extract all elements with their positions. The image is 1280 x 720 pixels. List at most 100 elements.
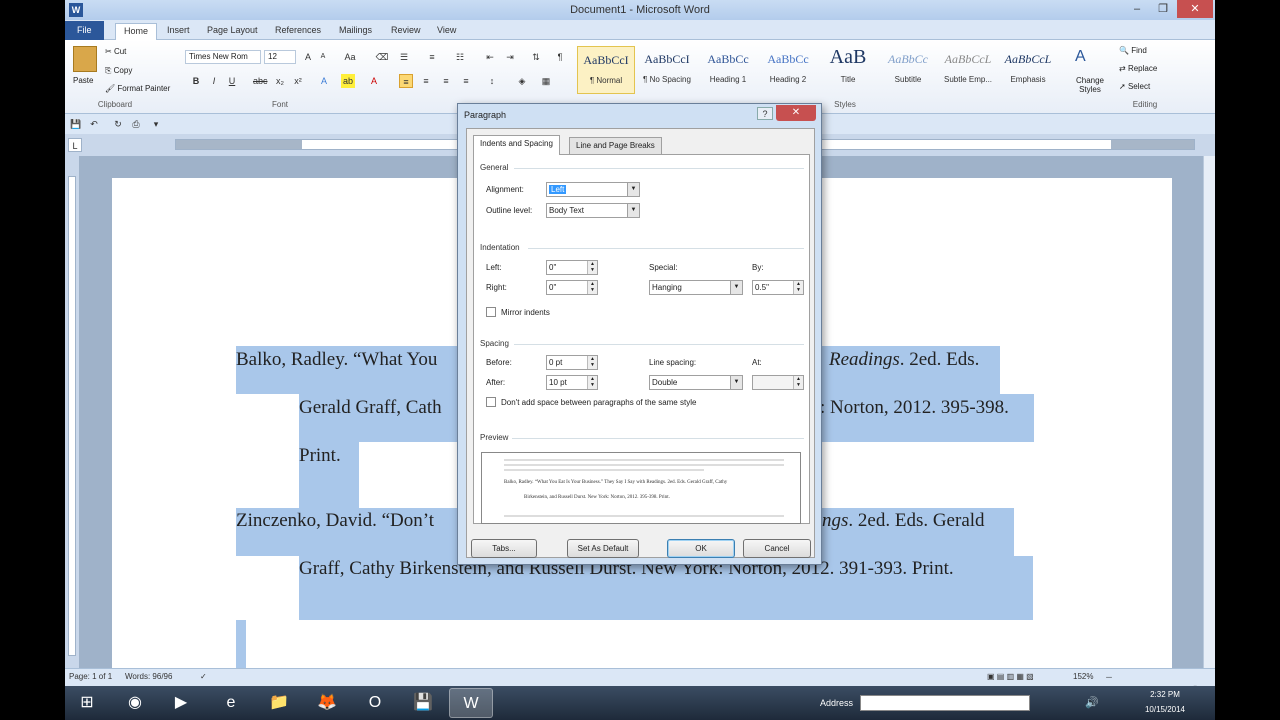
spacing-before-input[interactable]: 0 pt ▲ ▼ — [546, 355, 598, 370]
spinner-icon[interactable]: ▲ ▼ — [587, 356, 597, 369]
dont-add-space-checkbox[interactable] — [486, 397, 496, 407]
italic-icon[interactable]: I — [207, 74, 221, 88]
vertical-scrollbar[interactable] — [1203, 156, 1215, 668]
font-name-combo[interactable]: Times New Rom — [185, 50, 261, 64]
alignment-select[interactable]: Left ▼ — [546, 182, 640, 197]
dialog-close-icon[interactable]: ✕ — [776, 105, 816, 121]
shrink-font-icon[interactable]: A — [316, 50, 330, 64]
spinner-icon[interactable]: ▲ ▼ — [587, 281, 597, 294]
print-preview-icon[interactable]: ⎙ — [129, 117, 143, 131]
help-icon[interactable]: ? — [757, 107, 773, 120]
tab-file[interactable]: File — [65, 21, 104, 40]
change-styles-icon[interactable]: A — [1075, 48, 1086, 66]
decrease-indent-icon[interactable]: ⇤ — [483, 50, 497, 64]
font-color-icon[interactable]: A — [367, 74, 381, 88]
chrome-icon[interactable]: ◉ — [113, 688, 157, 718]
align-left-icon[interactable]: ≡ — [399, 74, 413, 88]
align-right-icon[interactable]: ≡ — [439, 74, 453, 88]
spinner-icon[interactable]: ▲ ▼ — [793, 281, 803, 294]
underline-icon[interactable]: U — [225, 74, 239, 88]
citation-2-line-1b[interactable]: ngs. 2ed. Eds. Gerald — [822, 510, 985, 532]
file-explorer-icon[interactable]: 📁 — [257, 688, 301, 718]
ok-button[interactable]: OK — [667, 539, 735, 558]
tab-references[interactable]: References — [267, 23, 329, 40]
tab-home[interactable]: Home — [115, 23, 158, 40]
floppy-app-icon[interactable]: 💾 — [401, 688, 445, 718]
zoom-level[interactable]: 152% — [1073, 672, 1093, 681]
select-button[interactable]: ➚ Select — [1119, 82, 1150, 91]
clock-time[interactable]: 2:32 PM — [1135, 690, 1195, 699]
tabs-button[interactable]: Tabs... — [471, 539, 537, 558]
style-no-spacing[interactable]: AaBbCcI ¶ No Spacing — [638, 46, 696, 94]
grow-font-icon[interactable]: A — [301, 50, 315, 64]
style-heading-2[interactable]: AaBbCc Heading 2 — [759, 46, 817, 94]
multilevel-list-icon[interactable]: ☷ — [453, 50, 467, 64]
line-spacing-select[interactable]: Double ▼ — [649, 375, 743, 390]
word-count[interactable]: Words: 96/96 — [125, 672, 172, 681]
style-heading-1[interactable]: AaBbCc Heading 1 — [699, 46, 757, 94]
cut-button[interactable]: ✂ Cut — [105, 47, 126, 56]
redo-icon[interactable]: ↻ — [111, 117, 125, 131]
spinner-icon[interactable]: ▲ ▼ — [587, 261, 597, 274]
format-painter-button[interactable]: 🖌 Format Painter — [105, 84, 170, 93]
style-subtle-emphasis[interactable]: AaBbCcL Subtle Emp... — [939, 46, 997, 94]
tab-line-and-page-breaks[interactable]: Line and Page Breaks — [569, 137, 662, 154]
clear-format-icon[interactable]: ⌫ — [375, 50, 389, 64]
proofing-icon[interactable]: ✓ — [200, 672, 207, 681]
bold-icon[interactable]: B — [189, 74, 203, 88]
right-indent-input[interactable]: 0" ▲ ▼ — [546, 280, 598, 295]
justify-icon[interactable]: ≡ — [459, 74, 473, 88]
start-button-icon[interactable]: ⊞ — [65, 688, 109, 718]
increase-indent-icon[interactable]: ⇥ — [503, 50, 517, 64]
save-icon[interactable]: 💾 — [69, 117, 83, 131]
style-subtitle[interactable]: AaBbCc Subtitle — [879, 46, 937, 94]
style-normal[interactable]: AaBbCcI ¶ Normal — [577, 46, 635, 94]
tab-page-layout[interactable]: Page Layout — [199, 23, 266, 40]
mirror-indents-checkbox[interactable] — [486, 307, 496, 317]
find-button[interactable]: 🔍 Find — [1119, 46, 1147, 55]
citation-2-line-1a[interactable]: Zinczenko, David. “Don’t — [236, 510, 434, 532]
subscript-icon[interactable]: x₂ — [273, 74, 287, 88]
maximize-icon[interactable]: ❐ — [1151, 0, 1175, 18]
font-size-combo[interactable]: 12 — [264, 50, 296, 64]
strikethrough-icon[interactable]: abc — [253, 74, 268, 88]
outline-level-select[interactable]: Body Text ▼ — [546, 203, 640, 218]
change-styles-button[interactable]: Change Styles — [1073, 76, 1107, 94]
tab-insert[interactable]: Insert — [159, 23, 198, 40]
citation-1-line-2b[interactable]: : Norton, 2012. 395-398. — [820, 397, 1009, 419]
numbering-icon[interactable]: ≡ — [425, 50, 439, 64]
line-spacing-icon[interactable]: ↕ — [485, 74, 499, 88]
by-input[interactable]: 0.5" ▲ ▼ — [752, 280, 804, 295]
address-input[interactable] — [860, 695, 1030, 711]
set-as-default-button[interactable]: Set As Default — [567, 539, 639, 558]
sort-icon[interactable]: ⇅ — [529, 50, 543, 64]
style-title[interactable]: AaB Title — [819, 46, 877, 94]
special-select[interactable]: Hanging ▼ — [649, 280, 743, 295]
outlook-icon[interactable]: O — [353, 688, 397, 718]
change-case-icon[interactable]: Aa — [343, 50, 357, 64]
speaker-icon[interactable]: 🔊 — [1085, 696, 1099, 709]
word-taskbar-icon[interactable]: W — [449, 688, 493, 718]
borders-icon[interactable]: ▦ — [539, 74, 553, 88]
tab-review[interactable]: Review — [383, 23, 429, 40]
paste-icon[interactable] — [73, 46, 97, 72]
citation-1-line-1b[interactable]: Readings. 2ed. Eds. — [829, 349, 979, 371]
copy-button[interactable]: ⎘ Copy — [105, 66, 132, 76]
undo-icon[interactable]: ↶ — [87, 117, 101, 131]
superscript-icon[interactable]: x² — [291, 74, 305, 88]
page-count[interactable]: Page: 1 of 1 — [69, 672, 112, 681]
clock-date[interactable]: 10/15/2014 — [1135, 705, 1195, 714]
spacing-after-input[interactable]: 10 pt ▲ ▼ — [546, 375, 598, 390]
citation-1-line-2a[interactable]: Gerald Graff, Cath — [299, 397, 442, 419]
left-indent-input[interactable]: 0" ▲ ▼ — [546, 260, 598, 275]
shading-icon[interactable]: ◈ — [515, 74, 529, 88]
spinner-icon[interactable]: ▲ ▼ — [587, 376, 597, 389]
tab-indents-and-spacing[interactable]: Indents and Spacing — [473, 135, 560, 155]
internet-explorer-icon[interactable]: e — [209, 688, 253, 718]
close-icon[interactable]: ✕ — [1177, 0, 1213, 18]
at-input[interactable]: ▲ ▼ — [752, 375, 804, 390]
replace-button[interactable]: ⇄ Replace — [1119, 64, 1157, 73]
style-emphasis[interactable]: AaBbCcL Emphasis — [999, 46, 1057, 94]
minimize-icon[interactable]: – — [1125, 0, 1149, 18]
text-effects-icon[interactable]: A — [317, 74, 331, 88]
